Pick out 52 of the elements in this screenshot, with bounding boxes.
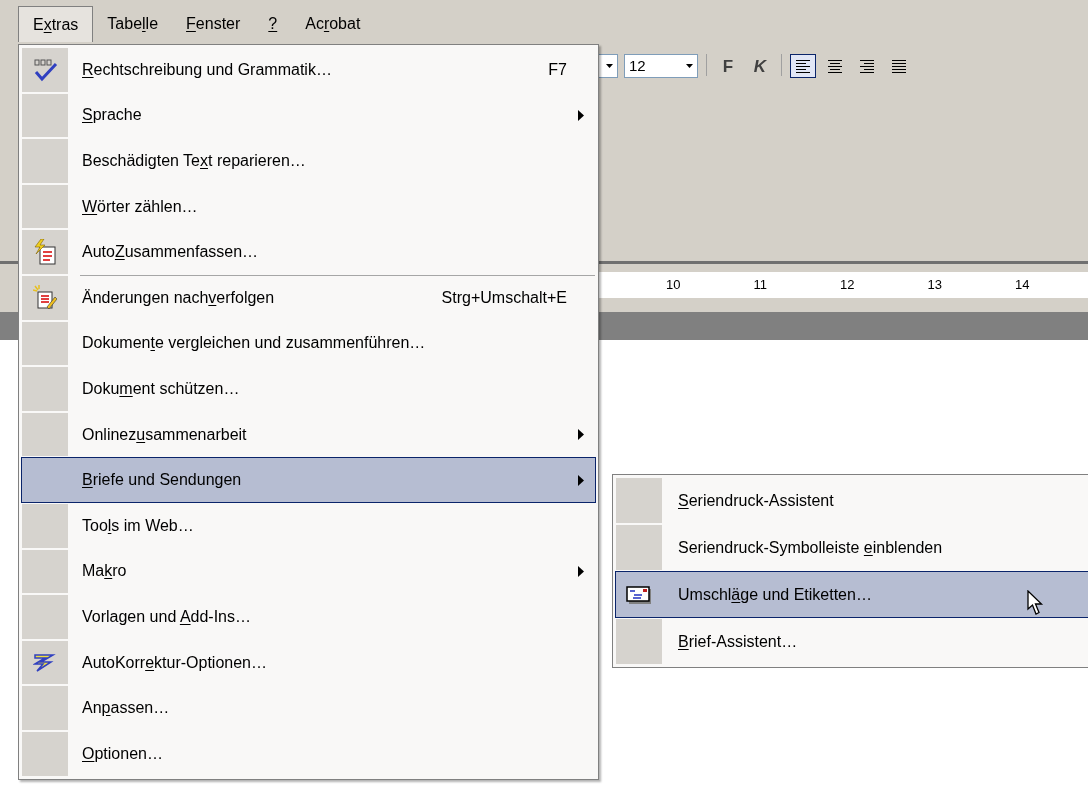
envelope-icon <box>626 585 652 604</box>
font-name-field[interactable] <box>598 54 618 78</box>
menu-bar-item[interactable]: Extras <box>18 6 94 42</box>
menu-item[interactable]: Rechtschreibung und Grammatik… F7 <box>21 47 596 93</box>
document-lightning-icon <box>33 239 57 266</box>
align-right-icon <box>860 59 874 73</box>
italic-button[interactable]: K <box>747 54 773 78</box>
menu-bar-item[interactable]: Tabelle <box>93 6 173 42</box>
menu-bar-item[interactable]: Fenster <box>172 6 255 42</box>
align-justify-icon <box>892 59 906 73</box>
menu-item[interactable]: Änderungen nachverfolgen Strg+Umschalt+E <box>21 274 596 321</box>
shortcut-label: F7 <box>548 59 567 80</box>
menu-item[interactable]: Seriendruck-Symbolleiste einblenden <box>615 524 1088 571</box>
menu-item[interactable]: Beschädigten Text reparieren… <box>21 138 596 184</box>
ruler-number: 14 <box>1014 276 1030 295</box>
menu-item[interactable]: Anpassen… <box>21 685 596 731</box>
menu-item[interactable]: Tools im Web… <box>21 502 596 549</box>
font-size-field[interactable]: 12 <box>624 54 698 78</box>
menu-item[interactable]: Briefe und Sendungen <box>21 457 596 503</box>
dropdown-arrow-icon <box>606 64 613 68</box>
ruler-number: 11 <box>753 276 767 295</box>
menu-item[interactable]: Umschläge und Etiketten… <box>615 571 1088 618</box>
submenu-arrow-icon <box>578 565 585 577</box>
menu-item[interactable]: Onlinezusammenarbeit <box>21 411 596 458</box>
align-center-icon <box>828 59 842 73</box>
align-left-icon <box>796 59 810 73</box>
ruler-number: 10 <box>666 276 681 295</box>
menu-item[interactable]: Seriendruck-Assistent <box>615 477 1088 524</box>
document-pencil-icon <box>33 284 57 311</box>
submenu-arrow-icon <box>578 474 585 486</box>
bold-button[interactable]: F <box>715 54 741 78</box>
menu-item[interactable]: Vorlagen und Add-Ins… <box>21 594 596 640</box>
ruler-number: 13 <box>927 276 942 295</box>
menu-item[interactable]: Dokumente vergleichen und zusammenführen… <box>21 320 596 367</box>
menu-item[interactable]: Wörter zählen… <box>21 183 596 230</box>
menu-item[interactable]: Dokument schützen… <box>21 366 596 412</box>
menu-item[interactable]: AutoKorrektur-Optionen… <box>21 639 596 686</box>
menu-bar-item[interactable]: ? <box>254 6 292 42</box>
menu-item[interactable]: Sprache <box>21 92 596 139</box>
lightning-icon <box>33 652 57 673</box>
spell-check-icon <box>32 57 58 82</box>
submenu-arrow-icon <box>578 429 585 441</box>
ruler-number: 12 <box>839 276 855 295</box>
menu-item[interactable]: AutoZusammenfassen… <box>21 229 596 275</box>
menu-item[interactable]: Optionen… <box>21 730 596 777</box>
menu-item[interactable]: Brief-Assistent… <box>615 618 1088 665</box>
dropdown-arrow-icon <box>686 64 693 68</box>
menu-item[interactable]: Makro <box>21 548 596 595</box>
submenu-arrow-icon <box>578 109 585 121</box>
shortcut-label: Strg+Umschalt+E <box>441 287 567 308</box>
menu-bar-item[interactable]: Acrobat <box>291 6 375 42</box>
align-button[interactable] <box>790 54 816 78</box>
